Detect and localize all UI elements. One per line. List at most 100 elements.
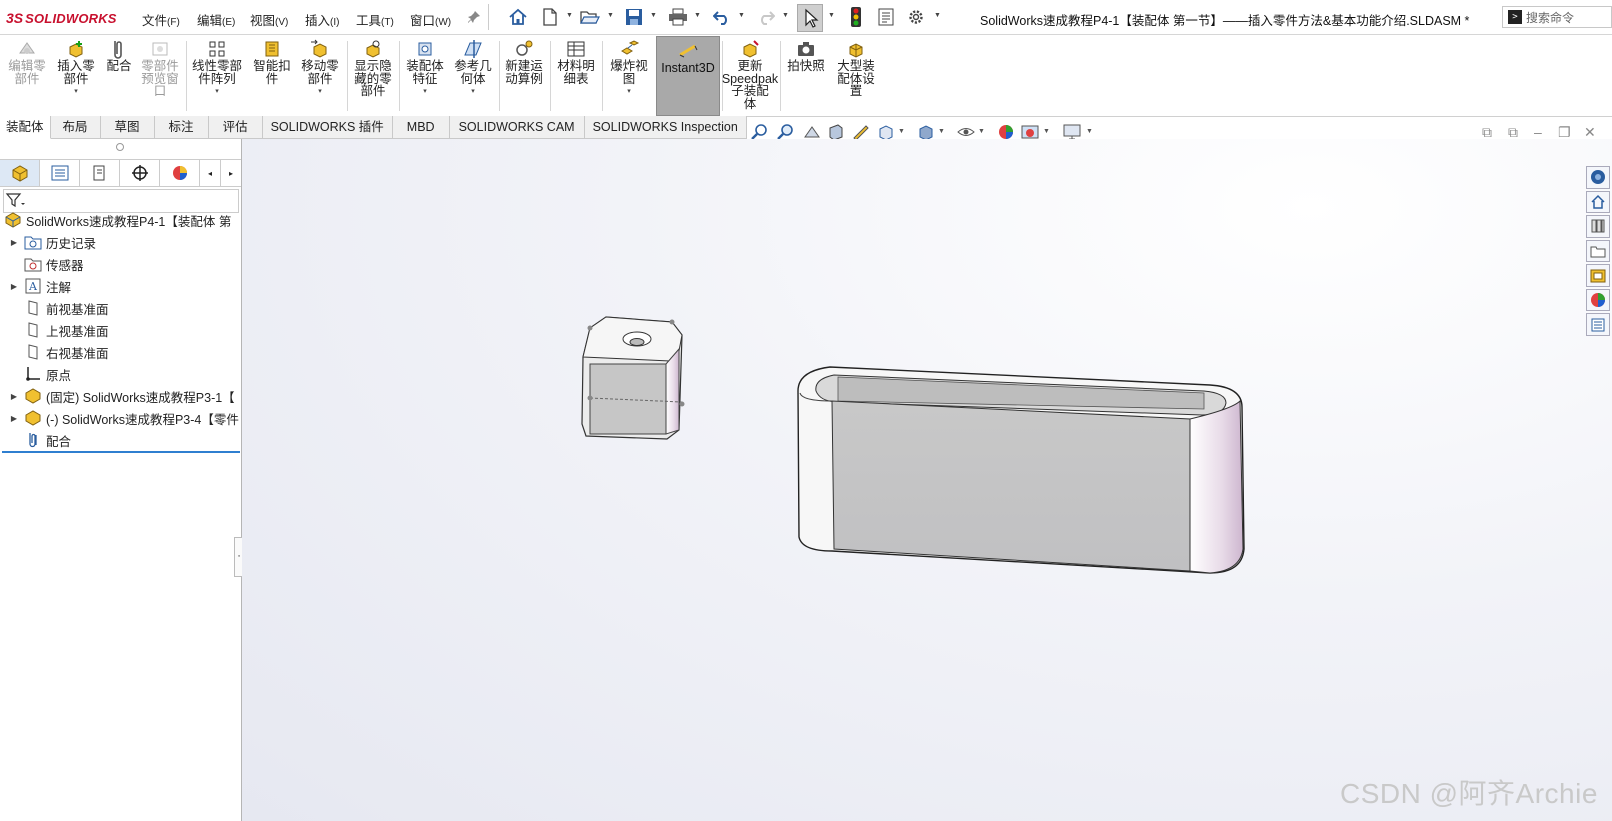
exploded-view-dropdown[interactable]: ▾ <box>627 87 631 95</box>
tab-assembly[interactable]: 装配体 <box>0 116 51 139</box>
smart-fastener-button[interactable]: 智能扣 件 <box>252 39 292 85</box>
linear-pattern-button[interactable]: 线性零部 件阵列 ▾ <box>190 39 244 95</box>
expand-arrow-icon[interactable]: ▶ <box>8 414 20 423</box>
tree-root-assembly[interactable]: SolidWorks速成教程P4-1【装配体 第 <box>2 209 240 231</box>
options-gear-icon[interactable] <box>906 7 926 27</box>
redo-icon[interactable] <box>756 7 776 27</box>
tree-item-front-plane[interactable]: 前视基准面 <box>2 297 240 319</box>
new-dropdown-arrow[interactable]: ▼ <box>566 12 573 19</box>
show-hidden-components-button[interactable]: 显示隐 藏的零 部件 <box>352 39 394 98</box>
tree-item-annotations[interactable]: ▶ A 注解 <box>2 275 240 297</box>
expand-arrow-icon[interactable]: ▶ <box>8 282 20 291</box>
panel-grip-icon[interactable] <box>116 143 124 151</box>
appearances-icon[interactable] <box>1586 288 1610 312</box>
move-component-button[interactable]: 移动零 部件 ▾ <box>300 39 340 95</box>
reference-geometry-button[interactable]: 参考几 何体 ▾ <box>452 39 494 95</box>
home-pane-icon[interactable] <box>1586 190 1610 214</box>
property-manager-tab[interactable] <box>40 160 80 186</box>
save-icon[interactable] <box>624 7 644 27</box>
graphics-area[interactable] <box>242 139 1612 821</box>
open-folder-icon[interactable] <box>580 7 600 27</box>
expand-arrow-icon[interactable]: ▶ <box>8 392 20 401</box>
tab-solidworks-inspection[interactable]: SOLIDWORKS Inspection <box>584 116 747 139</box>
linear-pattern-dropdown[interactable]: ▾ <box>215 87 219 95</box>
move-component-dropdown[interactable]: ▾ <box>318 87 322 95</box>
menu-window[interactable]: 窗口(W) <box>410 10 451 29</box>
rebuild-traffic-light-icon[interactable] <box>846 7 866 27</box>
tab-evaluate[interactable]: 评估 <box>208 116 263 139</box>
tabs-scroll-right-icon[interactable]: ▸ <box>221 160 241 186</box>
tree-item-top-plane[interactable]: 上视基准面 <box>2 319 240 341</box>
exploded-view-button[interactable]: 爆炸视 图 ▾ <box>607 39 651 95</box>
tray-component[interactable] <box>797 366 1245 574</box>
hide-show-dropdown[interactable]: ▼ <box>978 128 985 135</box>
mate-button[interactable]: 配合 <box>104 39 134 73</box>
insert-component-button[interactable]: 插入零 部件 ▾ <box>56 39 96 95</box>
redo-dropdown-arrow[interactable]: ▼ <box>782 12 789 19</box>
display-style-dropdown[interactable]: ▼ <box>938 128 945 135</box>
menu-tools[interactable]: 工具(T) <box>356 10 394 29</box>
reference-geometry-dropdown[interactable]: ▾ <box>471 87 475 95</box>
assembly-feature-dropdown[interactable]: ▾ <box>423 87 427 95</box>
bill-of-materials-button[interactable]: 材料明 细表 <box>555 39 597 85</box>
tree-item-mates[interactable]: 配合 <box>2 429 240 453</box>
file-properties-icon[interactable] <box>876 7 896 27</box>
menu-view[interactable]: 视图(V) <box>250 10 288 29</box>
print-icon[interactable] <box>668 7 688 27</box>
home-icon[interactable] <box>508 7 528 27</box>
tree-item-part-p3-4[interactable]: ▶ (-) SolidWorks速成教程P3-4【零件 <box>2 407 240 429</box>
minimize-icon[interactable]: – <box>1534 124 1542 140</box>
tab-markup[interactable]: 标注 <box>154 116 209 139</box>
cube-component[interactable] <box>581 316 685 440</box>
tab-solidworks-cam[interactable]: SOLIDWORKS CAM <box>449 116 585 139</box>
tree-item-history[interactable]: ▶ 历史记录 <box>2 231 240 253</box>
menu-edit[interactable]: 编辑(E) <box>197 10 235 29</box>
view-orientation-dropdown[interactable]: ▼ <box>898 128 905 135</box>
assembly-feature-button[interactable]: 装配体 特征 ▾ <box>404 39 446 95</box>
insert-component-dropdown[interactable]: ▾ <box>74 87 78 95</box>
update-speedpak-button[interactable]: 更新 Speedpak 子装配 体 <box>722 39 778 110</box>
edit-component-button[interactable]: 编辑零 部件 <box>8 39 46 85</box>
dimxpert-manager-tab[interactable] <box>120 160 160 186</box>
print-dropdown-arrow[interactable]: ▼ <box>694 12 701 19</box>
instant3d-button[interactable]: Instant3D <box>656 36 720 116</box>
view-settings-dropdown[interactable]: ▼ <box>1086 128 1093 135</box>
tree-item-part-p3-1[interactable]: ▶ (固定) SolidWorks速成教程P3-1【 <box>2 385 240 407</box>
tree-item-right-plane[interactable]: 右视基准面 <box>2 341 240 363</box>
design-library-icon[interactable] <box>1586 215 1610 238</box>
tab-sketch[interactable]: 草图 <box>100 116 155 139</box>
select-button[interactable] <box>797 4 823 32</box>
menu-insert[interactable]: 插入(I) <box>305 10 339 29</box>
plane-icon <box>24 322 42 338</box>
file-explorer-icon[interactable] <box>1586 239 1610 263</box>
display-manager-tab[interactable] <box>160 160 200 186</box>
new-document-icon[interactable] <box>540 7 560 27</box>
tree-item-origin[interactable]: 原点 <box>2 363 240 385</box>
view-palette-icon[interactable] <box>1586 264 1610 287</box>
select-dropdown-arrow[interactable]: ▼ <box>828 12 835 19</box>
take-snapshot-button[interactable]: 拍快照 <box>786 39 826 73</box>
component-preview-button[interactable]: 零部件 预览窗 口 <box>140 39 180 98</box>
tabs-scroll-left-icon[interactable]: ◂ <box>200 160 221 186</box>
configuration-manager-tab[interactable] <box>80 160 120 186</box>
new-motion-study-button[interactable]: 新建运 动算例 <box>503 39 545 85</box>
options-dropdown-arrow[interactable]: ▼ <box>934 12 941 19</box>
menu-file[interactable]: 文件(F) <box>142 10 180 29</box>
apply-scene-dropdown[interactable]: ▼ <box>1043 128 1050 135</box>
pin-icon[interactable] <box>464 7 484 27</box>
open-dropdown-arrow[interactable]: ▼ <box>607 12 614 19</box>
tree-item-sensors[interactable]: 传感器 <box>2 253 240 275</box>
save-dropdown-arrow[interactable]: ▼ <box>650 12 657 19</box>
custom-properties-icon[interactable] <box>1586 313 1610 337</box>
search-commands-box[interactable]: > 搜索命令 <box>1502 6 1612 28</box>
large-assembly-settings-button[interactable]: 大型装 配体设 置 <box>834 39 878 98</box>
expand-arrow-icon[interactable]: ▶ <box>8 238 20 247</box>
tab-mbd[interactable]: MBD <box>392 116 450 139</box>
tab-solidworks-addins[interactable]: SOLIDWORKS 插件 <box>262 116 393 139</box>
feature-manager-tab[interactable] <box>0 160 40 186</box>
solidworks-resources-icon[interactable] <box>1586 166 1610 189</box>
solidworks-logo[interactable]: 3S SOLIDWORKS <box>6 9 117 27</box>
undo-dropdown-arrow[interactable]: ▼ <box>738 12 745 19</box>
undo-icon[interactable] <box>712 7 732 27</box>
tab-layout[interactable]: 布局 <box>50 116 101 139</box>
